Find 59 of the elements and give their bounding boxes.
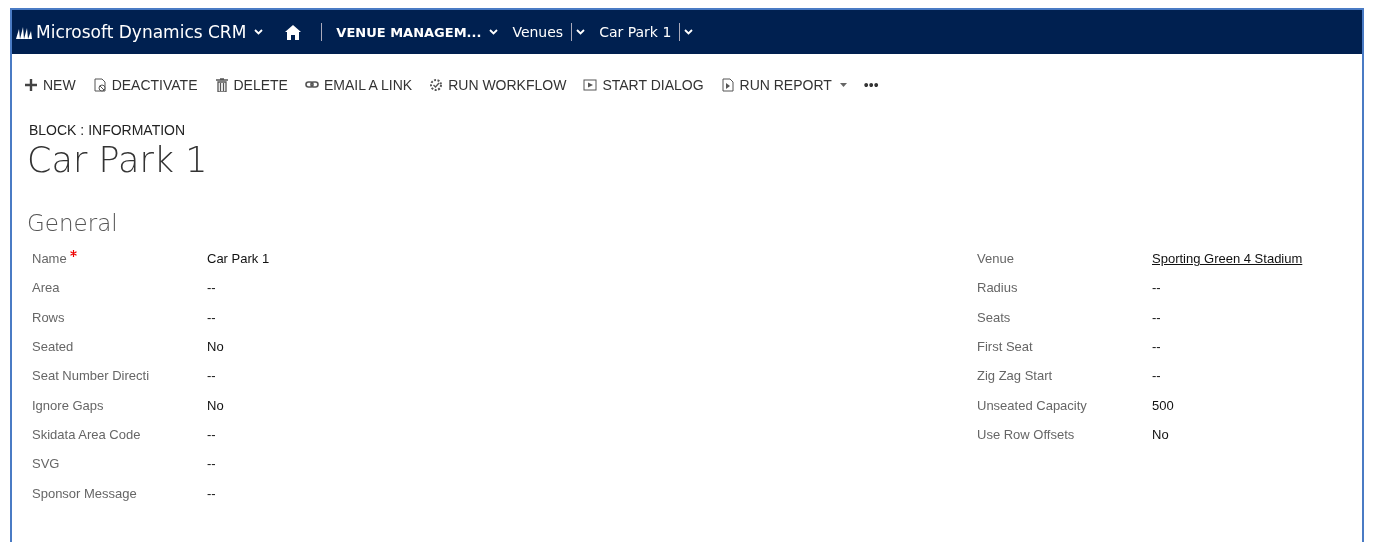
app-menu-button[interactable]: Microsoft Dynamics CRM [32, 17, 272, 47]
record-title: Car Park 1 [27, 140, 209, 180]
field-label: Radius [977, 280, 1018, 296]
section-title: General [27, 210, 119, 236]
field-value: -- [1152, 309, 1161, 325]
toolbar-button[interactable]: NEW [18, 70, 87, 100]
play-icon [583, 78, 598, 92]
toolbar-button[interactable]: EMAIL A LINK [298, 70, 424, 100]
toolbar-button[interactable]: START DIALOG [577, 70, 715, 100]
field-value-link[interactable]: Sporting Green 4 Stadium [1152, 251, 1303, 267]
chevron-down-icon [576, 29, 586, 35]
field-label: Rows [32, 309, 65, 325]
field-label: Seated [32, 339, 74, 355]
field-label: Venue [977, 251, 1014, 267]
field-label: Sponsor Message [32, 485, 137, 501]
plus-icon [24, 78, 38, 92]
document-icon [720, 78, 735, 92]
field-value: -- [207, 456, 216, 472]
caret-icon [839, 83, 847, 87]
document-icon [92, 78, 107, 92]
field-label: Unseated Capacity [977, 397, 1087, 413]
field-label: Area [32, 280, 60, 296]
field-label: Name [32, 251, 67, 267]
field-value: -- [1152, 368, 1161, 384]
more-button[interactable]: ••• [857, 70, 890, 100]
breadcrumb-link[interactable]: Car Park 1 [591, 17, 680, 47]
toolbar-button[interactable]: DELETE [208, 70, 299, 100]
field-value: -- [207, 280, 216, 296]
toolbar-button[interactable]: RUN WORKFLOW [423, 70, 578, 100]
chevron-down-icon [489, 29, 499, 35]
trash-icon [214, 78, 229, 92]
field-label: Seat Number Directi [32, 368, 150, 384]
field-label: SVG [32, 456, 60, 472]
form-type-label: BLOCK : INFORMATION [29, 122, 187, 138]
field-value: -- [207, 426, 216, 442]
field-value: -- [1152, 339, 1161, 355]
field-value: 500 [1152, 397, 1174, 413]
breadcrumb-link[interactable]: VENUE MANAGEM... [328, 17, 490, 47]
field-value: No [207, 339, 224, 355]
field-label: Use Row Offsets [977, 426, 1075, 442]
field-value: Car Park 1 [207, 251, 270, 267]
toolbar-button[interactable]: RUN REPORT [714, 70, 858, 100]
field-label: Ignore Gaps [32, 397, 104, 413]
field-label: First Seat [977, 339, 1033, 355]
field-label: Seats [977, 309, 1011, 325]
field-value: No [1152, 426, 1169, 442]
chevron-down-icon [684, 29, 694, 35]
toolbar-button[interactable]: DEACTIVATE [86, 70, 209, 100]
workflow-icon [429, 78, 444, 92]
chevron-down-icon [254, 29, 264, 35]
field-value: -- [207, 485, 216, 501]
field-value: No [207, 397, 224, 413]
field-value: -- [1152, 280, 1161, 296]
field-value: -- [207, 309, 216, 325]
home-icon [285, 24, 302, 40]
field-label: Zig Zag Start [977, 368, 1053, 384]
breadcrumb-link[interactable]: Venues [504, 17, 572, 47]
field-value: -- [207, 368, 216, 384]
field-label: Skidata Area Code [32, 426, 141, 442]
